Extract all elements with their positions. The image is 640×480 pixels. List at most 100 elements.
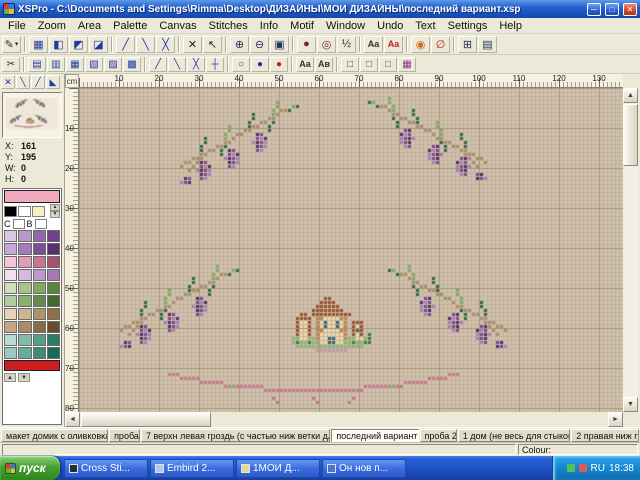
cut-tool[interactable]: ✂ bbox=[2, 57, 20, 72]
language-indicator[interactable]: RU bbox=[591, 463, 605, 474]
stitch-canvas[interactable] bbox=[79, 88, 623, 412]
pattern-preview[interactable] bbox=[2, 92, 62, 138]
taskbar-task-1[interactable]: Embird 2... bbox=[150, 459, 234, 478]
backstitch-cross-tool[interactable]: ╳ bbox=[156, 36, 175, 53]
menu-text[interactable]: Text bbox=[409, 20, 441, 32]
b-color-box[interactable] bbox=[35, 219, 47, 229]
ruler-toggle-button[interactable]: ▤ bbox=[478, 36, 497, 53]
palette-color-32[interactable] bbox=[4, 334, 17, 346]
taskbar-task-0[interactable]: Cross Sti... bbox=[64, 459, 148, 478]
palette-color-3[interactable] bbox=[47, 230, 60, 242]
scroll-left-button[interactable]: ◄ bbox=[65, 412, 80, 427]
menu-info[interactable]: Info bbox=[254, 20, 284, 32]
spin-up-icon[interactable]: ▲ bbox=[50, 204, 60, 211]
palette-color-30[interactable] bbox=[33, 321, 46, 333]
scroll-down-button[interactable]: ▼ bbox=[623, 397, 638, 412]
backstitch-down-tool[interactable]: ╲ bbox=[136, 36, 155, 53]
palette-color-11[interactable] bbox=[47, 256, 60, 268]
half-size-button[interactable]: ½ bbox=[337, 36, 356, 53]
backstitch-up-tool[interactable]: ╱ bbox=[116, 36, 135, 53]
design-tab-2[interactable]: 7 верхн левая гроздь (с частью ниж ветки… bbox=[141, 429, 330, 442]
design-tab-1[interactable]: проба bbox=[109, 429, 140, 442]
tray-icon-1[interactable] bbox=[567, 464, 575, 472]
menu-window[interactable]: Window bbox=[320, 20, 371, 32]
stitch-direction-forward[interactable]: ╱ bbox=[31, 75, 45, 89]
select-arrow-tool[interactable]: ↖ bbox=[203, 36, 222, 53]
palette-color-1[interactable] bbox=[18, 230, 31, 242]
horizontal-scrollbar[interactable]: ◄ ► bbox=[65, 412, 640, 427]
menu-stitches[interactable]: Stitches bbox=[203, 20, 254, 32]
stitch-pattern-3[interactable]: ▦ bbox=[66, 57, 84, 72]
design-tab-3[interactable]: последний вариант bbox=[331, 429, 418, 442]
palette-color-13[interactable] bbox=[18, 269, 31, 281]
palette-color-27[interactable] bbox=[47, 308, 60, 320]
menu-help[interactable]: Help bbox=[493, 20, 528, 32]
palette-color-36[interactable] bbox=[4, 347, 17, 359]
color-wheel-button[interactable]: ◉ bbox=[411, 36, 430, 53]
palette-color-17[interactable] bbox=[18, 282, 31, 294]
palette-color-8[interactable] bbox=[4, 256, 17, 268]
zoom-fit-button[interactable]: ▣ bbox=[270, 36, 289, 53]
vertical-scrollbar[interactable]: ▲ ▼ bbox=[623, 88, 638, 412]
close-button[interactable]: ✕ bbox=[623, 3, 637, 16]
stitch-pattern-4[interactable]: ▧ bbox=[85, 57, 103, 72]
palette-color-38[interactable] bbox=[33, 347, 46, 359]
circle-tool[interactable]: ○ bbox=[232, 57, 250, 72]
palette-color-20[interactable] bbox=[4, 295, 17, 307]
window-layout-3[interactable]: □ bbox=[379, 57, 397, 72]
maximize-button[interactable]: □ bbox=[605, 3, 619, 16]
three-quarter-stitch-tool[interactable]: ◪ bbox=[89, 36, 108, 53]
palette-color-31[interactable] bbox=[47, 321, 60, 333]
font-button[interactable]: Aa bbox=[296, 57, 314, 72]
palette-color-28[interactable] bbox=[4, 321, 17, 333]
horizontal-scroll-thumb[interactable] bbox=[81, 412, 211, 427]
taskbar-task-2[interactable]: 1МОИ Д... bbox=[236, 459, 320, 478]
palette-color-25[interactable] bbox=[18, 308, 31, 320]
palette-color-19[interactable] bbox=[47, 282, 60, 294]
taskbar-task-3[interactable]: Он нов п... bbox=[322, 459, 406, 478]
menu-area[interactable]: Area bbox=[72, 20, 107, 32]
scroll-right-button[interactable]: ► bbox=[608, 412, 623, 427]
palette-color-6[interactable] bbox=[33, 243, 46, 255]
palette-color-39[interactable] bbox=[47, 347, 60, 359]
palette-color-9[interactable] bbox=[18, 256, 31, 268]
text-color-tool[interactable]: Aa bbox=[384, 36, 403, 53]
stitch-direction-back[interactable]: ╲ bbox=[16, 75, 30, 89]
minimize-button[interactable]: ─ bbox=[587, 3, 601, 16]
delete-stitch-tool[interactable]: ✕ bbox=[183, 36, 202, 53]
menu-undo[interactable]: Undo bbox=[371, 20, 409, 32]
stitch-direction-half[interactable]: ◣ bbox=[46, 75, 60, 89]
stitch-pattern-6[interactable]: ▩ bbox=[123, 57, 141, 72]
no-color-button[interactable]: ∅ bbox=[431, 36, 450, 53]
highlight-color-swatch[interactable] bbox=[4, 360, 60, 371]
menu-palette[interactable]: Palette bbox=[107, 20, 153, 32]
menu-motif[interactable]: Motif bbox=[284, 20, 320, 32]
palette-up-button[interactable]: ▲ bbox=[4, 373, 16, 382]
spin-down-icon[interactable]: ▼ bbox=[50, 211, 60, 218]
diagonal-nw-tool[interactable]: ╲ bbox=[168, 57, 186, 72]
yellow-swatch[interactable] bbox=[32, 206, 45, 217]
palette-color-22[interactable] bbox=[33, 295, 46, 307]
menu-zoom[interactable]: Zoom bbox=[32, 20, 72, 32]
diagonal-ne-tool[interactable]: ╱ bbox=[149, 57, 167, 72]
white-swatch[interactable] bbox=[18, 206, 31, 217]
diagonal-cross-tool[interactable]: ╳ bbox=[187, 57, 205, 72]
zoom-in-button[interactable]: ⊕ bbox=[230, 36, 249, 53]
palette-color-5[interactable] bbox=[18, 243, 31, 255]
palette-color-34[interactable] bbox=[33, 334, 46, 346]
black-swatch[interactable] bbox=[4, 206, 17, 217]
palette-color-12[interactable] bbox=[4, 269, 17, 281]
palette-down-button[interactable]: ▼ bbox=[18, 373, 30, 382]
grid-toggle-button[interactable]: ⊞ bbox=[458, 36, 477, 53]
window-layout-2[interactable]: □ bbox=[360, 57, 378, 72]
palette-color-2[interactable] bbox=[33, 230, 46, 242]
cyrillic-font-button[interactable]: Ав bbox=[315, 57, 333, 72]
palette-color-10[interactable] bbox=[33, 256, 46, 268]
palette-color-37[interactable] bbox=[18, 347, 31, 359]
vertical-scroll-thumb[interactable] bbox=[623, 104, 638, 166]
palette-color-21[interactable] bbox=[18, 295, 31, 307]
stitch-direction-cross[interactable]: ✕ bbox=[1, 75, 15, 89]
quarter-stitch-tool[interactable]: ◩ bbox=[69, 36, 88, 53]
pencil-tool[interactable]: ✎▾ bbox=[2, 36, 21, 53]
zoom-out-button[interactable]: ⊖ bbox=[250, 36, 269, 53]
